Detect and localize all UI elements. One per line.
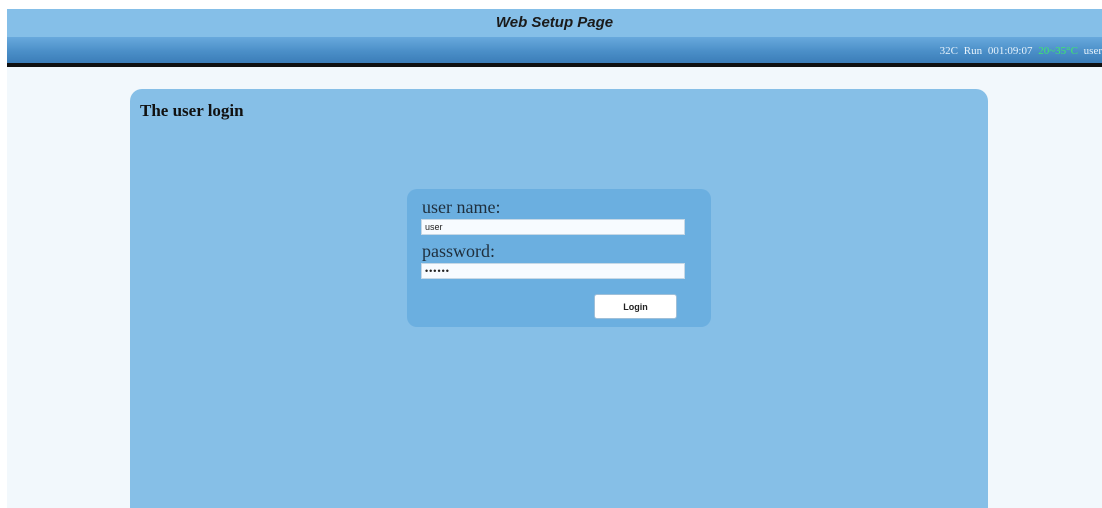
status-bar: 32C Run 001:09:07 20~35°C user bbox=[7, 37, 1102, 67]
status-temperature: 32C bbox=[939, 45, 959, 57]
panel-heading: The user login bbox=[140, 101, 244, 120]
browser-window: Web Setup Page 32C Run 001:09:07 20~35°C… bbox=[7, 9, 1102, 508]
login-button[interactable]: Login bbox=[594, 294, 677, 319]
status-run-label: Run bbox=[963, 45, 983, 57]
login-form: user name: password: Login bbox=[407, 189, 711, 327]
status-info: 32C Run 001:09:07 20~35°C user bbox=[937, 45, 1102, 57]
login-panel: The user login user name: password: Logi… bbox=[130, 89, 988, 508]
status-temp-range: 20~35°C bbox=[1038, 45, 1078, 57]
title-bar: Web Setup Page bbox=[7, 9, 1102, 37]
page-title: Web Setup Page bbox=[495, 14, 614, 31]
status-run-time: 001:09:07 bbox=[987, 45, 1033, 57]
username-label: user name: bbox=[422, 197, 501, 217]
status-user: user bbox=[1083, 45, 1102, 57]
password-input[interactable] bbox=[421, 263, 685, 279]
password-label: password: bbox=[422, 241, 495, 261]
username-input[interactable] bbox=[421, 219, 685, 235]
